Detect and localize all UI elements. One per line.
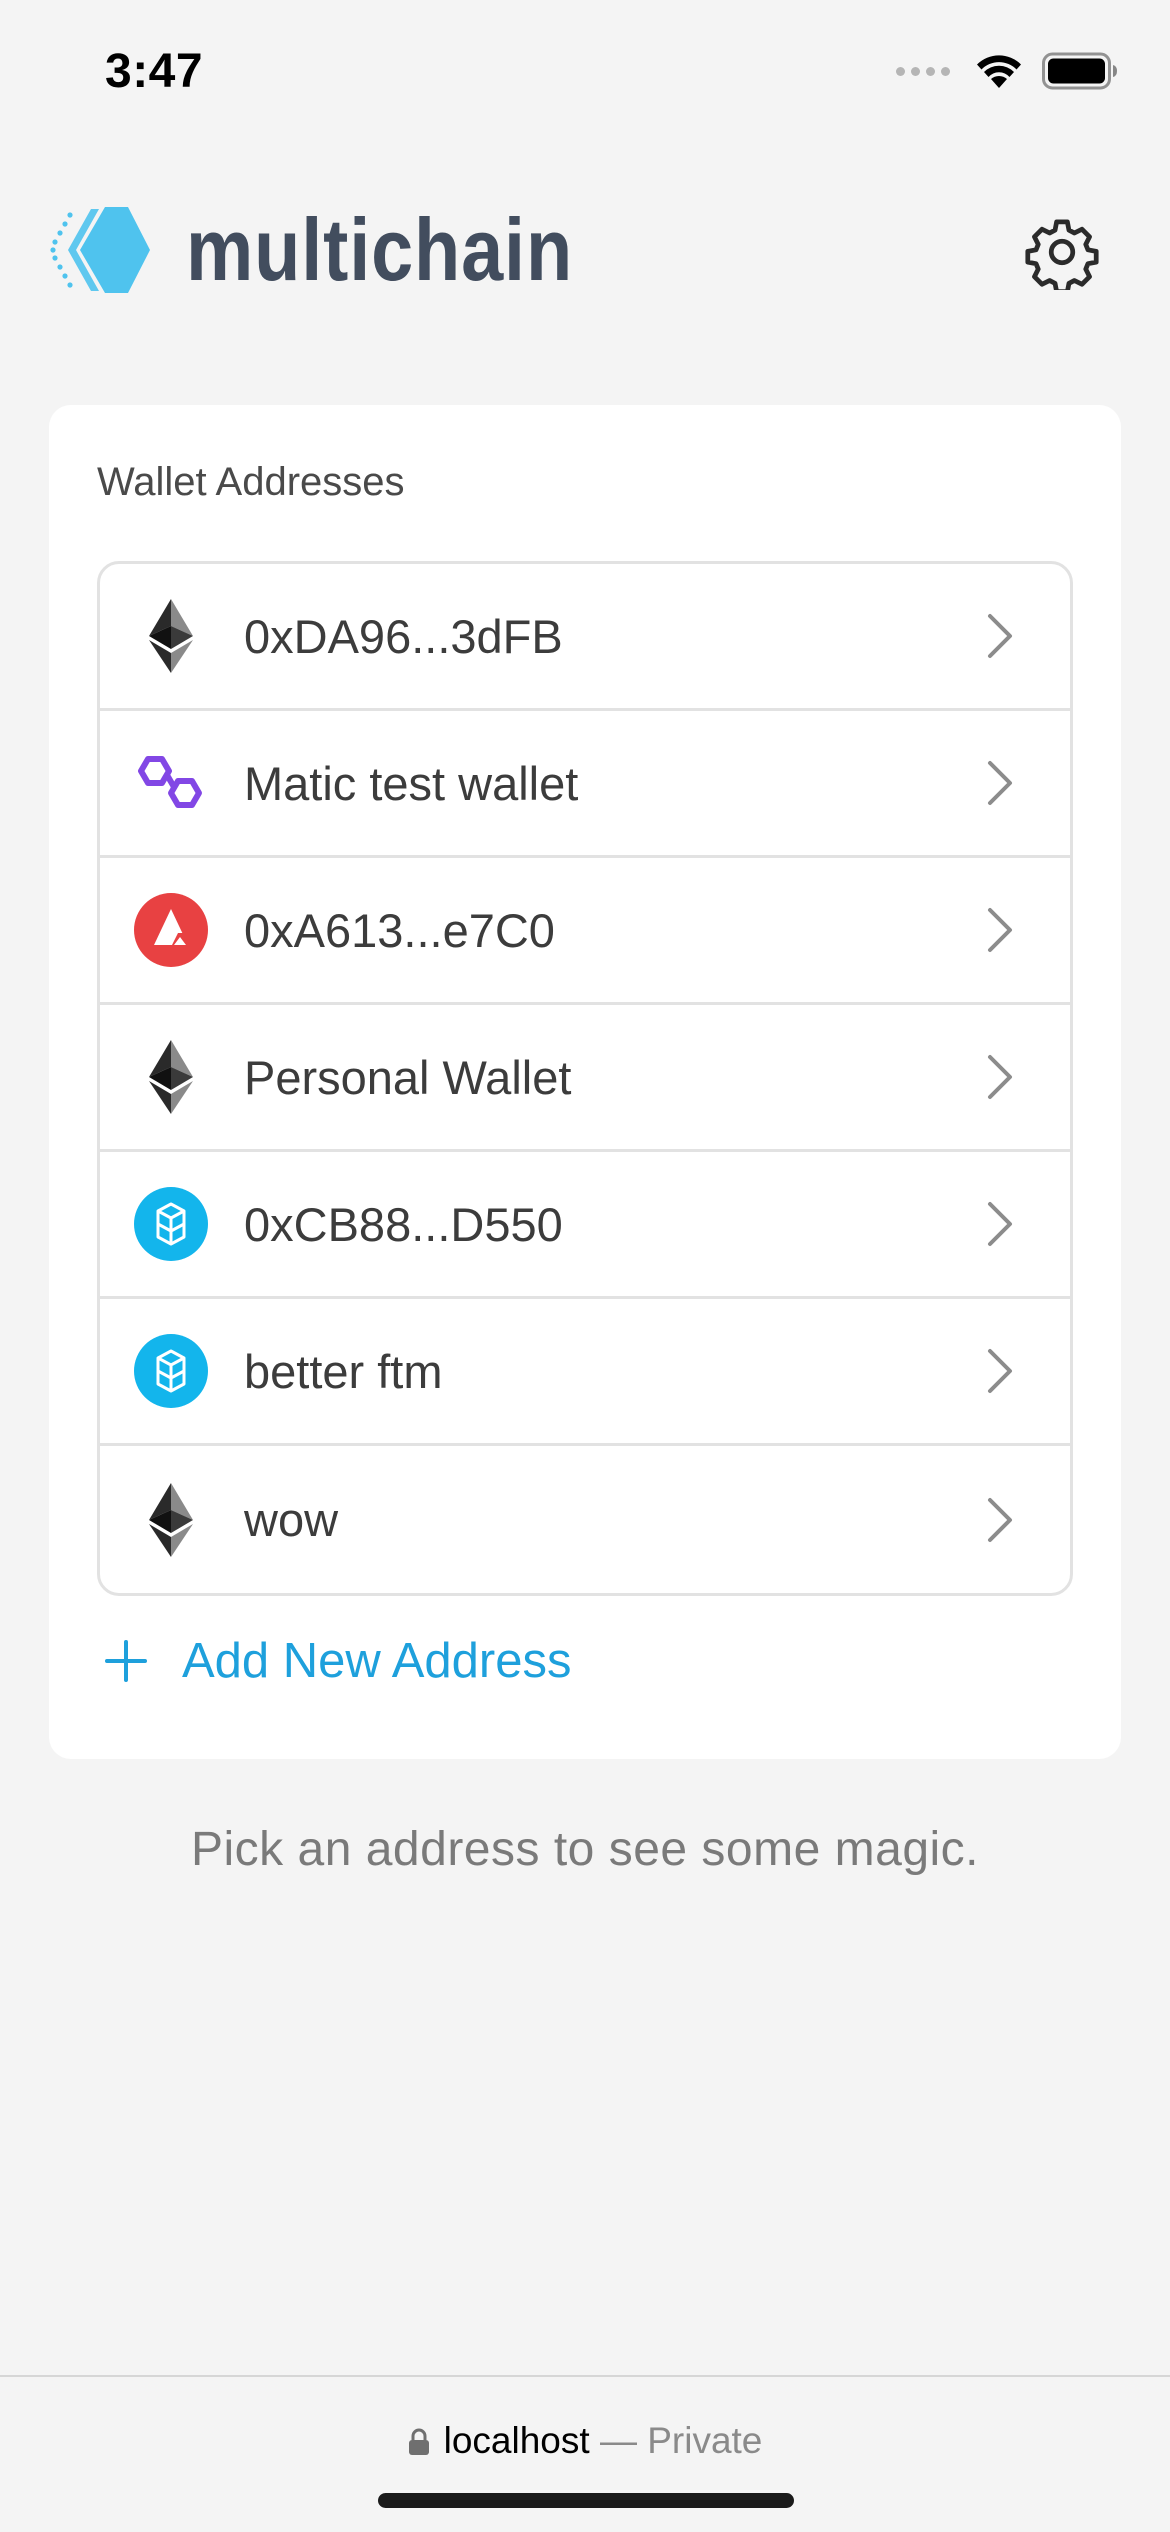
chevron-right-icon: [988, 1055, 1012, 1099]
wallet-row[interactable]: better ftm: [100, 1299, 1070, 1446]
wallet-label: better ftm: [244, 1344, 443, 1398]
status-bar: 3:47: [0, 0, 1170, 140]
chevron-right-icon: [988, 614, 1012, 658]
url-host: localhost: [443, 2420, 590, 2461]
chevron-right-icon: [988, 908, 1012, 952]
chevron-right-icon: [988, 1202, 1012, 1246]
wifi-icon: [977, 55, 1021, 88]
wallet-row[interactable]: wow: [100, 1446, 1070, 1593]
add-new-address-button[interactable]: Add New Address: [104, 1633, 572, 1689]
chevron-right-icon: [988, 1497, 1012, 1542]
gear-icon: [1025, 219, 1099, 294]
cellular-signal-icon: [896, 66, 950, 76]
ethereum-icon: [134, 1482, 208, 1557]
wallet-row[interactable]: Matic test wallet: [100, 711, 1070, 858]
fantom-icon: [134, 1334, 208, 1408]
private-label: — Private: [599, 2420, 763, 2461]
ethereum-icon: [134, 1040, 208, 1114]
status-indicators: [896, 52, 1118, 90]
wallet-card: Wallet Addresses 0xDA96...3dFB Matic tes…: [49, 405, 1121, 1759]
lock-icon: [408, 2428, 429, 2455]
avalanche-icon: [134, 893, 208, 967]
wallet-row[interactable]: 0xDA96...3dFB: [100, 564, 1070, 711]
wallet-list: 0xDA96...3dFB Matic test wallet 0xA613..…: [97, 561, 1073, 1596]
settings-button[interactable]: [1024, 214, 1100, 294]
browser-bottom-bar: localhost — Private: [0, 2375, 1170, 2532]
wallet-row[interactable]: 0xA613...e7C0: [100, 858, 1070, 1005]
wallet-label: 0xA613...e7C0: [244, 903, 555, 957]
hint-text: Pick an address to see some magic.: [190, 1823, 980, 1876]
status-time: 3:47: [105, 45, 204, 98]
card-title: Wallet Addresses: [97, 460, 405, 504]
battery-icon: [1042, 52, 1117, 90]
app-name: multichain: [186, 200, 574, 299]
plus-icon: [105, 1640, 147, 1682]
chevron-right-icon: [988, 1349, 1012, 1393]
ethereum-icon: [134, 599, 208, 673]
add-new-address-label: Add New Address: [182, 1634, 572, 1688]
chevron-right-icon: [988, 761, 1012, 805]
fantom-icon: [134, 1187, 208, 1261]
wallet-label: wow: [244, 1493, 339, 1546]
address-bar[interactable]: localhost — Private: [0, 2420, 1170, 2462]
app-header: multichain: [0, 190, 1170, 310]
wallet-row[interactable]: Personal Wallet: [100, 1005, 1070, 1152]
home-indicator[interactable]: [378, 2493, 794, 2508]
polygon-icon: [134, 746, 208, 820]
wallet-label: Personal Wallet: [244, 1050, 572, 1104]
multichain-logo-icon: [50, 207, 150, 293]
wallet-label: 0xDA96...3dFB: [244, 609, 563, 663]
screen: 3:47 multichain Wallet Addresses 0xDA96.…: [0, 0, 1170, 2532]
wallet-label: Matic test wallet: [244, 756, 579, 810]
wallet-label: 0xCB88...D550: [244, 1197, 563, 1251]
app-logo[interactable]: multichain: [50, 203, 636, 297]
wallet-row[interactable]: 0xCB88...D550: [100, 1152, 1070, 1299]
